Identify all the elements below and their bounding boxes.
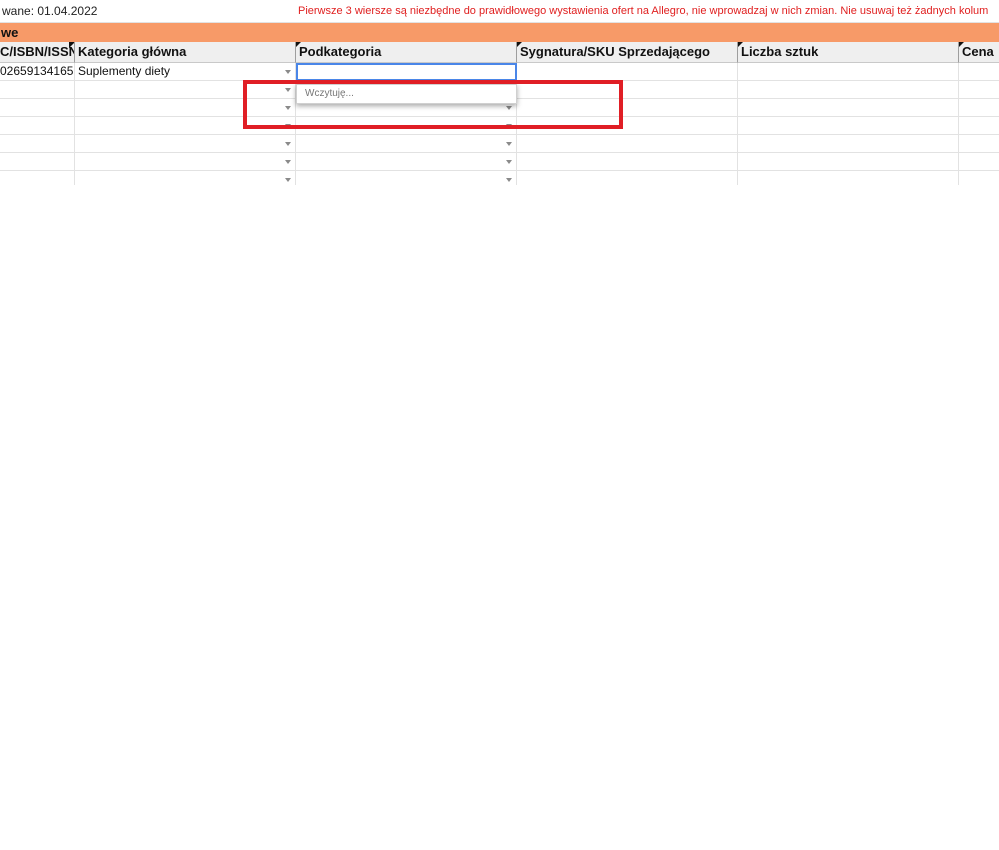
sku-cell[interactable] [517, 153, 738, 171]
ean-cell[interactable] [0, 117, 75, 135]
section-header-row: we [0, 23, 999, 43]
sku-cell[interactable] [517, 63, 738, 81]
notice-cell[interactable]: Pierwsze 3 wiersze są niezbędne do prawi… [296, 0, 999, 23]
price-cell[interactable] [959, 99, 999, 117]
chevron-down-icon[interactable] [285, 142, 291, 146]
comment-indicator-icon [296, 42, 301, 48]
header-ean[interactable]: C/ISBN/ISSN [0, 42, 75, 63]
main-category-cell[interactable]: Suplementy diety [75, 63, 296, 81]
header-price-label: Cena [962, 44, 994, 59]
main-category-cell[interactable] [75, 153, 296, 171]
notice-text: Pierwsze 3 wiersze są niezbędne do prawi… [298, 5, 989, 17]
sku-cell[interactable] [517, 135, 738, 153]
chevron-down-icon[interactable] [506, 142, 512, 146]
chevron-down-icon[interactable] [285, 70, 291, 74]
chevron-down-icon[interactable] [506, 178, 512, 182]
subcategory-cell[interactable] [296, 153, 517, 171]
ean-cell[interactable] [0, 135, 75, 153]
date-text: wane: 01.04.2022 [2, 4, 98, 18]
header-quantity-label: Liczba sztuk [741, 44, 819, 59]
table-row: 02659134165 Suplementy diety [0, 63, 999, 81]
ean-cell[interactable] [0, 99, 75, 117]
header-main-category[interactable]: Kategoria główna [75, 42, 296, 63]
subcategory-cell-selected[interactable] [296, 63, 517, 81]
quantity-cell[interactable] [738, 171, 959, 185]
ean-value: 02659134165 [0, 64, 74, 78]
section-header-cell[interactable]: we [0, 23, 999, 42]
price-cell[interactable] [959, 135, 999, 153]
quantity-cell[interactable] [738, 81, 959, 99]
main-category-cell[interactable] [75, 135, 296, 153]
chevron-down-icon[interactable] [285, 160, 291, 164]
main-category-value: Suplementy diety [78, 64, 171, 78]
highlight-annotation-box [243, 80, 623, 129]
table-row [0, 135, 999, 153]
chevron-down-icon[interactable] [506, 160, 512, 164]
header-sku-label: Sygnatura/SKU Sprzedającego [520, 44, 710, 59]
comment-indicator-icon [959, 42, 964, 48]
price-cell[interactable] [959, 117, 999, 135]
column-headers-row: C/ISBN/ISSN Kategoria główna Podkategori… [0, 42, 999, 63]
header-sku[interactable]: Sygnatura/SKU Sprzedającego [517, 42, 738, 63]
quantity-cell[interactable] [738, 99, 959, 117]
ean-cell[interactable]: 02659134165 [0, 63, 75, 81]
price-cell[interactable] [959, 81, 999, 99]
info-row: wane: 01.04.2022 Pierwsze 3 wiersze są n… [0, 0, 999, 23]
section-header-label: we [1, 25, 19, 40]
header-main-category-label: Kategoria główna [78, 44, 187, 59]
price-cell[interactable] [959, 63, 999, 81]
sku-cell[interactable] [517, 171, 738, 185]
price-cell[interactable] [959, 153, 999, 171]
quantity-cell[interactable] [738, 153, 959, 171]
header-price[interactable]: Cena [959, 42, 999, 63]
comment-indicator-icon [738, 42, 743, 48]
subcategory-cell[interactable] [296, 135, 517, 153]
quantity-cell[interactable] [738, 135, 959, 153]
quantity-cell[interactable] [738, 117, 959, 135]
ean-cell[interactable] [0, 81, 75, 99]
ean-cell[interactable] [0, 171, 75, 185]
price-cell[interactable] [959, 171, 999, 185]
header-subcategory-label: Podkategoria [299, 44, 382, 59]
header-ean-label: C/ISBN/ISSN [0, 44, 75, 59]
table-row [0, 153, 999, 171]
chevron-down-icon[interactable] [285, 178, 291, 182]
quantity-cell[interactable] [738, 63, 959, 81]
main-category-cell[interactable] [75, 171, 296, 185]
comment-indicator-icon [517, 42, 522, 48]
table-row [0, 171, 999, 185]
ean-cell[interactable] [0, 153, 75, 171]
header-quantity[interactable]: Liczba sztuk [738, 42, 959, 63]
header-subcategory[interactable]: Podkategoria [296, 42, 517, 63]
date-cell[interactable]: wane: 01.04.2022 [0, 0, 296, 23]
subcategory-cell[interactable] [296, 171, 517, 185]
